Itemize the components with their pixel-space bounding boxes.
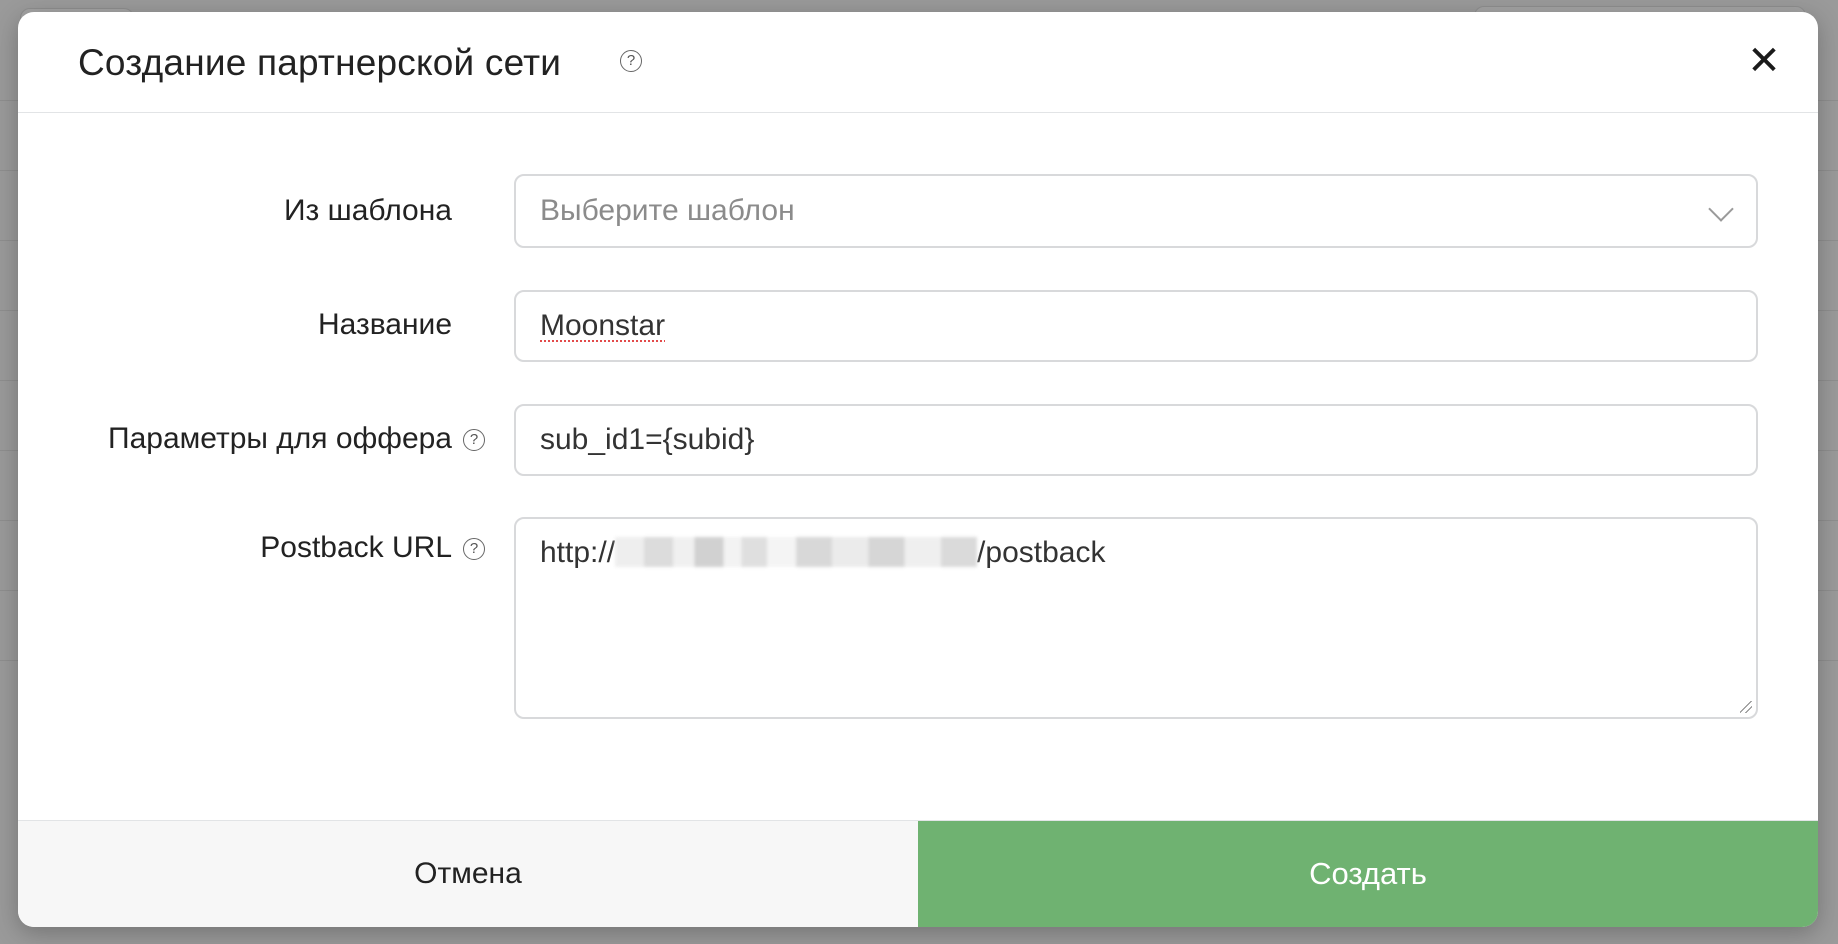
template-label: Из шаблона — [283, 194, 452, 227]
help-icon: ? — [463, 538, 485, 560]
create-affiliate-network-modal: Создание партнерской сети ? ✕ Из шаблона… — [18, 12, 1818, 927]
offer-params-value: sub_id1={subid} — [540, 423, 755, 456]
offer-params-help-icon[interactable]: ? — [463, 429, 485, 451]
close-icon[interactable]: ✕ — [1740, 38, 1788, 86]
name-row: Название Moonstar — [18, 290, 1818, 364]
template-row: Из шаблона Выберите шаблон — [18, 174, 1818, 250]
name-input[interactable]: Moonstar — [514, 290, 1758, 362]
postback-label: Postback URL — [260, 531, 452, 564]
offer-params-label: Параметры для оффера — [108, 422, 452, 455]
postback-url-textarea[interactable]: http:// /postback — [514, 517, 1758, 719]
chevron-down-icon — [1708, 196, 1734, 222]
create-button-label: Создать — [1309, 856, 1427, 891]
title-help-icon[interactable]: ? — [620, 50, 642, 72]
postback-url-prefix: http:// — [540, 536, 616, 569]
modal-footer: Отмена Создать — [18, 820, 1818, 927]
cancel-button[interactable]: Отмена — [18, 821, 918, 927]
template-placeholder: Выберите шаблон — [540, 194, 795, 227]
name-label: Название — [317, 308, 452, 341]
modal-header: Создание партнерской сети ? ✕ — [18, 12, 1818, 113]
offer-params-row: Параметры для оффера ? sub_id1={subid} — [18, 404, 1818, 478]
help-icon: ? — [463, 429, 485, 451]
postback-help-icon[interactable]: ? — [463, 538, 485, 560]
cancel-button-label: Отмена — [414, 857, 522, 890]
template-select[interactable]: Выберите шаблон — [514, 174, 1758, 248]
modal-title: Создание партнерской сети — [78, 42, 562, 83]
postback-url-suffix: /postback — [977, 536, 1106, 569]
name-value: Moonstar — [540, 309, 666, 342]
offer-params-input[interactable]: sub_id1={subid} — [514, 404, 1758, 476]
help-icon: ? — [620, 50, 642, 72]
resize-handle-icon[interactable] — [1740, 701, 1752, 713]
postback-row: Postback URL ? http:// /postback — [18, 517, 1818, 721]
redacted-domain — [615, 537, 978, 567]
create-button[interactable]: Создать — [918, 821, 1818, 927]
